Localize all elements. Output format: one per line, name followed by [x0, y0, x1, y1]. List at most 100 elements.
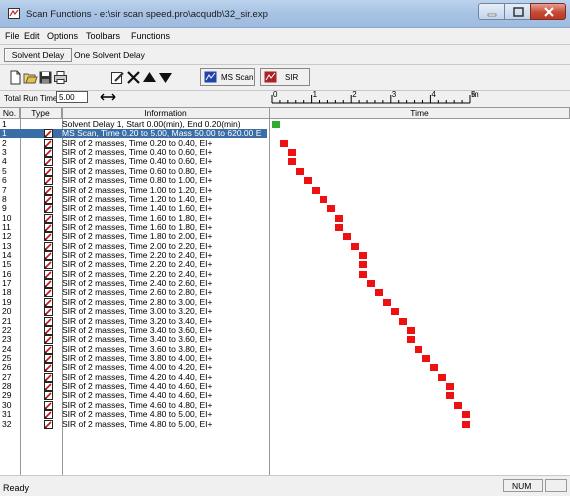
time-bar[interactable] [359, 270, 368, 278]
time-bar[interactable] [438, 373, 447, 381]
minimize-icon [487, 13, 497, 17]
time-bar[interactable] [279, 139, 288, 147]
col-header-no[interactable]: No. [0, 108, 20, 119]
time-bar[interactable] [359, 252, 368, 260]
time-bar[interactable] [430, 364, 439, 372]
ruler-unit-label: m [472, 90, 479, 99]
menu-bar: File Edit Options Toolbars Functions [0, 28, 570, 44]
menu-edit[interactable]: Edit [24, 31, 40, 41]
time-bar[interactable] [462, 411, 470, 419]
sir-type-icon [44, 251, 53, 261]
open-icon[interactable] [23, 70, 38, 85]
sir-type-icon [44, 157, 53, 167]
sir-type-icon [44, 222, 53, 232]
time-bar[interactable] [287, 149, 296, 157]
time-bar[interactable] [414, 345, 423, 353]
time-bar[interactable] [454, 401, 463, 409]
time-bar[interactable] [351, 242, 360, 250]
sir-type-icon [44, 176, 53, 186]
maximize-button[interactable] [504, 3, 531, 20]
time-bar[interactable] [335, 214, 344, 222]
time-bar[interactable] [446, 383, 455, 391]
move-up-icon[interactable] [142, 70, 157, 85]
time-bar[interactable] [272, 121, 280, 128]
time-bar[interactable] [343, 233, 352, 241]
status-text: Ready [3, 483, 30, 493]
time-bar[interactable] [462, 420, 470, 428]
toolbar: MS Scan SIR [0, 64, 570, 91]
time-bar[interactable] [406, 336, 415, 344]
time-bar[interactable] [327, 205, 336, 213]
menu-functions[interactable]: Functions [131, 31, 170, 41]
new-icon[interactable] [8, 70, 23, 85]
time-ruler: 012345m [270, 89, 570, 107]
solvent-delay-button[interactable]: Solvent Delay [4, 48, 72, 62]
ruler-tick-label: 0 [273, 90, 278, 99]
minimize-button[interactable] [478, 3, 505, 20]
maximize-icon [513, 7, 524, 17]
sir-type-icon [44, 372, 53, 382]
ruler-axis: 0 1 2 3 4 5m [271, 90, 479, 104]
sir-label: SIR [285, 73, 299, 82]
sir-type-icon [44, 232, 53, 242]
sir-type-icon [44, 400, 53, 410]
close-button[interactable] [530, 3, 566, 20]
time-bar[interactable] [303, 177, 312, 185]
sir-type-icon [44, 391, 53, 401]
time-bar[interactable] [335, 223, 344, 231]
menu-file[interactable]: File [5, 31, 20, 41]
save-icon[interactable] [38, 70, 53, 85]
ms-scan-type-icon [44, 129, 53, 139]
table-row[interactable]: 32 SIR of 2 masses, Time 4.80 to 5.00, EI… [0, 418, 570, 429]
sir-type-icon [44, 354, 53, 363]
sir-type-icon [44, 204, 53, 214]
time-bar[interactable] [295, 167, 304, 175]
menu-options[interactable]: Options [47, 31, 78, 41]
time-bar[interactable] [367, 280, 375, 288]
delete-icon[interactable] [126, 70, 141, 85]
sir-icon [264, 71, 277, 83]
time-bar[interactable] [398, 317, 407, 325]
sir-type-icon [44, 213, 53, 223]
sir-type-icon [44, 288, 53, 298]
sir-type-icon [44, 344, 53, 354]
total-run-time-input[interactable]: 5.00 [56, 91, 88, 103]
ruler-tick-label: 1 [313, 90, 318, 99]
solvent-bar: Solvent Delay One Solvent Delay [0, 44, 570, 65]
edit-function-icon[interactable] [110, 70, 125, 85]
status-pane [545, 479, 567, 492]
row-information: SIR of 2 masses, Time 4.80 to 5.00, EI+ [62, 418, 213, 429]
col-header-information[interactable]: Information [62, 108, 270, 119]
sir-type-icon [44, 410, 53, 420]
time-bar[interactable] [382, 298, 391, 306]
status-bar: Ready NUM [0, 475, 570, 496]
sir-type-icon [44, 138, 53, 148]
ms-scan-button[interactable]: MS Scan [200, 68, 255, 86]
col-header-time[interactable]: Time [270, 108, 570, 119]
time-bar[interactable] [359, 261, 368, 269]
time-bar[interactable] [422, 355, 431, 362]
col-header-type[interactable]: Type [20, 108, 62, 119]
ms-scan-label: MS Scan [221, 73, 254, 82]
close-icon [544, 7, 554, 17]
time-bar[interactable] [446, 392, 455, 400]
time-bar[interactable] [311, 186, 320, 194]
time-bar[interactable] [287, 158, 296, 166]
sir-button[interactable]: SIR [260, 68, 310, 86]
time-bar[interactable] [390, 308, 399, 316]
menu-toolbars[interactable]: Toolbars [86, 31, 120, 41]
sir-type-icon [44, 148, 53, 158]
print-icon[interactable] [53, 70, 68, 85]
sir-type-icon [44, 194, 53, 204]
functions-table: No. Type Information Time 1 Solvent Delay… [0, 107, 570, 476]
sir-type-icon [44, 316, 53, 326]
app-icon [8, 8, 20, 19]
time-bar[interactable] [319, 195, 328, 203]
move-down-icon[interactable] [158, 70, 173, 85]
total-run-time-label: Total Run Time: [4, 94, 60, 103]
time-bar[interactable] [406, 326, 415, 334]
time-bar[interactable] [374, 289, 383, 297]
sir-type-icon [44, 241, 53, 251]
fit-width-icon[interactable] [100, 92, 116, 102]
sir-type-icon [44, 382, 53, 392]
